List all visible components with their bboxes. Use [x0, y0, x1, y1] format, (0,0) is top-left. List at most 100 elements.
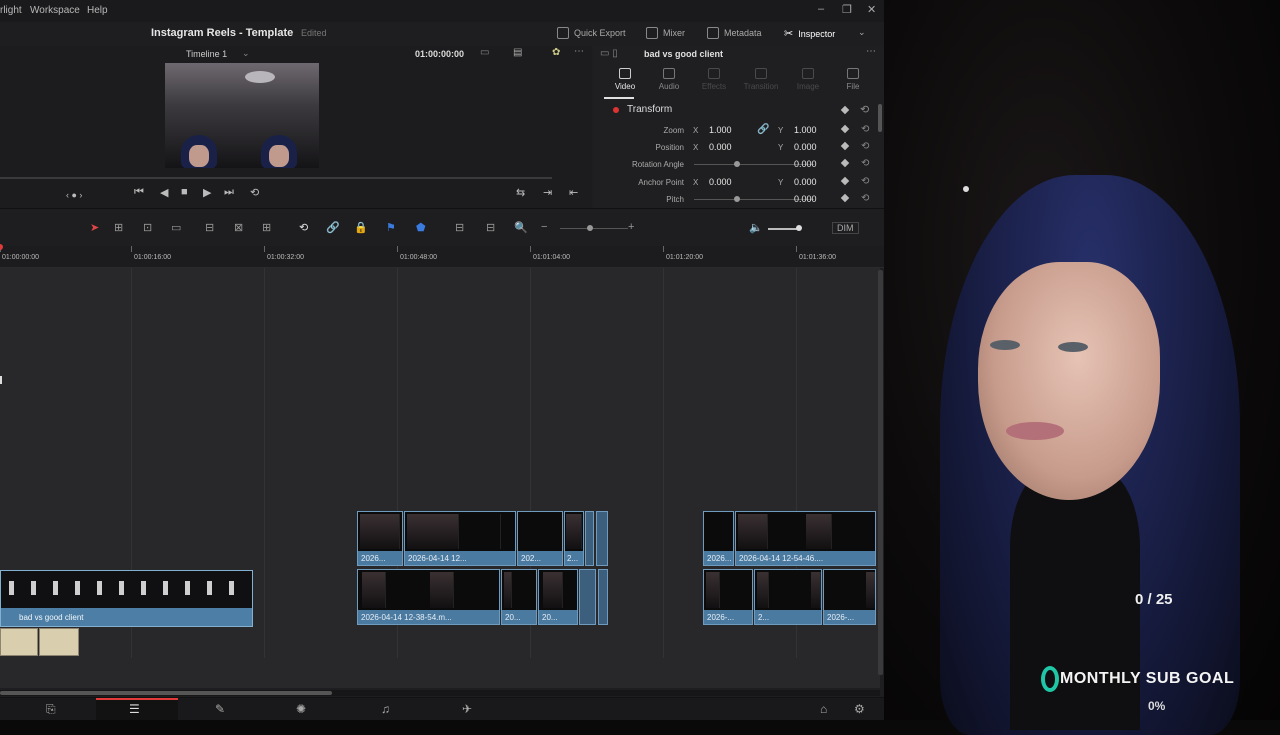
reset-icon[interactable]: ⟲	[861, 176, 869, 187]
video-clip[interactable]: 2...	[564, 511, 584, 566]
video-clip[interactable]: 2...	[754, 569, 822, 625]
video-clip[interactable]: 2026-...	[703, 569, 753, 625]
expand-icon[interactable]: ⌄	[858, 27, 866, 38]
settings-gear-icon[interactable]: ⚙	[854, 702, 865, 716]
keyframe-icon[interactable]	[840, 193, 850, 203]
anchor-y-field[interactable]: 0.000	[794, 177, 817, 187]
scrollbar-thumb[interactable]	[0, 691, 332, 695]
dynamic-trim-icon[interactable]: ⊡	[143, 221, 152, 234]
stop-icon[interactable]: ■	[181, 186, 188, 198]
rotation-slider-knob[interactable]	[734, 161, 740, 167]
keyframe-icon[interactable]	[840, 158, 850, 168]
deliver-page-icon[interactable]: ✈	[462, 702, 472, 716]
video-clip[interactable]	[598, 569, 608, 625]
zoom-slider[interactable]	[560, 228, 628, 229]
tab-audio[interactable]: Audio	[646, 68, 692, 91]
overwrite-clip-icon[interactable]: ⊠	[234, 221, 243, 234]
mixer-button[interactable]: Mixer	[646, 27, 685, 39]
reset-icon[interactable]: ⟲	[861, 193, 869, 204]
anchor-x-field[interactable]: 0.000	[709, 177, 732, 187]
audio-clip[interactable]	[39, 628, 79, 656]
selection-tool-icon[interactable]: ➤	[90, 221, 99, 234]
close-button[interactable]: ✕	[867, 3, 876, 16]
menu-item-resolve[interactable]: rlight	[0, 5, 22, 16]
pitch-slider-knob[interactable]	[734, 196, 740, 202]
zoom-x-field[interactable]: 1.000	[709, 125, 732, 135]
playhead-icon[interactable]	[0, 244, 3, 250]
video-clip[interactable]: 2026-...	[823, 569, 876, 625]
keyframe-icon[interactable]	[840, 141, 850, 151]
viewer-size-icon[interactable]: ▭	[480, 47, 489, 58]
reset-icon[interactable]: ⟲	[860, 103, 869, 116]
panel-layout-icon[interactable]: ▭ ▯	[600, 48, 618, 59]
volume-knob[interactable]	[796, 225, 802, 231]
chevron-down-icon[interactable]: ⌄	[242, 48, 250, 59]
match-frame-icon[interactable]: ⇆	[516, 186, 525, 199]
keyframe-icon[interactable]	[840, 105, 850, 115]
transform-enabled-icon[interactable]	[613, 107, 619, 113]
dim-button[interactable]: DIM	[832, 222, 859, 234]
zoom-detail-icon[interactable]: ⊟	[486, 221, 495, 234]
video-clip[interactable]: 20...	[501, 569, 537, 625]
replace-clip-icon[interactable]: ⊞	[262, 221, 271, 234]
video-clip[interactable]: 202...	[517, 511, 563, 566]
video-clip[interactable]: 2026...	[357, 511, 403, 566]
menu-item-workspace[interactable]: Workspace	[30, 5, 80, 16]
video-clip[interactable]: 2026-04-14 12...	[404, 511, 516, 566]
minimize-button[interactable]: –	[818, 3, 824, 15]
timeline-horizontal-scrollbar[interactable]	[0, 690, 880, 696]
snapping-icon[interactable]: ⟲	[299, 221, 308, 234]
more-options-icon[interactable]: ⋯	[866, 46, 876, 57]
zoom-out-icon[interactable]: −	[541, 221, 547, 233]
section-transform[interactable]: Transform	[627, 104, 672, 115]
zoom-in-icon[interactable]: +	[628, 221, 634, 233]
timeline-tracks[interactable]: 2026... 2026-04-14 12... 202... 2... 202…	[0, 268, 880, 688]
inspector-scrollbar[interactable]	[878, 104, 882, 132]
keyframe-icon[interactable]	[840, 176, 850, 186]
video-clip[interactable]: 2026...	[703, 511, 734, 566]
zoom-full-icon[interactable]: ⊟	[455, 221, 464, 234]
pitch-field[interactable]: 0.000	[794, 194, 817, 204]
loop-icon[interactable]: ⟲	[250, 186, 259, 199]
audio-clip[interactable]	[0, 628, 38, 656]
zoom-y-field[interactable]: 1.000	[794, 125, 817, 135]
trim-tool-icon[interactable]: ⊞	[114, 221, 123, 234]
color-icon[interactable]: ✿	[552, 47, 560, 58]
timeline-selector[interactable]: Timeline 1	[186, 49, 227, 59]
video-clip[interactable]: 20...	[538, 569, 578, 625]
metadata-button[interactable]: Metadata	[707, 27, 762, 39]
viewer-scrub-bar[interactable]	[0, 177, 552, 179]
more-options-icon[interactable]: ⋯	[574, 46, 584, 57]
tab-file[interactable]: File	[830, 68, 876, 91]
edit-page-icon[interactable]: ☰	[129, 702, 140, 716]
go-to-start-icon[interactable]: ⏮	[134, 186, 144, 199]
fairlight-page-icon[interactable]: ♫	[381, 702, 390, 716]
reverse-icon[interactable]: ◀	[160, 186, 168, 199]
reset-icon[interactable]: ⟲	[861, 141, 869, 152]
go-to-end-icon[interactable]: ⏭	[224, 186, 234, 199]
maximize-button[interactable]: ❐	[842, 3, 852, 16]
next-edit-icon[interactable]: ⇥	[543, 186, 552, 199]
zoom-slider-knob[interactable]	[587, 225, 593, 231]
fusion-page-icon[interactable]: ✎	[215, 702, 225, 716]
link-icon[interactable]: 🔗	[757, 124, 769, 135]
timeline-ruler[interactable]: 01:00:00:00 01:00:16:00 01:00:32:00 01:0…	[0, 244, 884, 268]
mute-icon[interactable]: 🔈	[749, 221, 763, 234]
adjustment-clip[interactable]: bad vs good client	[0, 570, 253, 627]
cut-page-icon[interactable]: ⎘	[46, 702, 56, 717]
position-x-field[interactable]: 0.000	[709, 142, 732, 152]
video-clip[interactable]: 2026-04-14 12-38-54.m...	[357, 569, 500, 625]
home-icon[interactable]: ⌂	[820, 702, 827, 716]
quick-export-button[interactable]: Quick Export	[557, 27, 626, 39]
position-y-field[interactable]: 0.000	[794, 142, 817, 152]
prev-edit-icon[interactable]: ⇤	[569, 186, 578, 199]
tab-video[interactable]: Video	[602, 68, 648, 91]
color-page-icon[interactable]: ✺	[296, 702, 306, 716]
menu-item-help[interactable]: Help	[87, 5, 108, 16]
jog-icon[interactable]: ‹ ● ›	[66, 190, 82, 200]
timeline-vertical-scrollbar[interactable]	[878, 270, 883, 675]
blade-tool-icon[interactable]: ▭	[171, 221, 181, 234]
video-clip[interactable]: 2026-04-14 12-54-46....	[735, 511, 876, 566]
insert-clip-icon[interactable]: ⊟	[205, 221, 214, 234]
linked-selection-icon[interactable]: 🔗	[326, 221, 340, 234]
